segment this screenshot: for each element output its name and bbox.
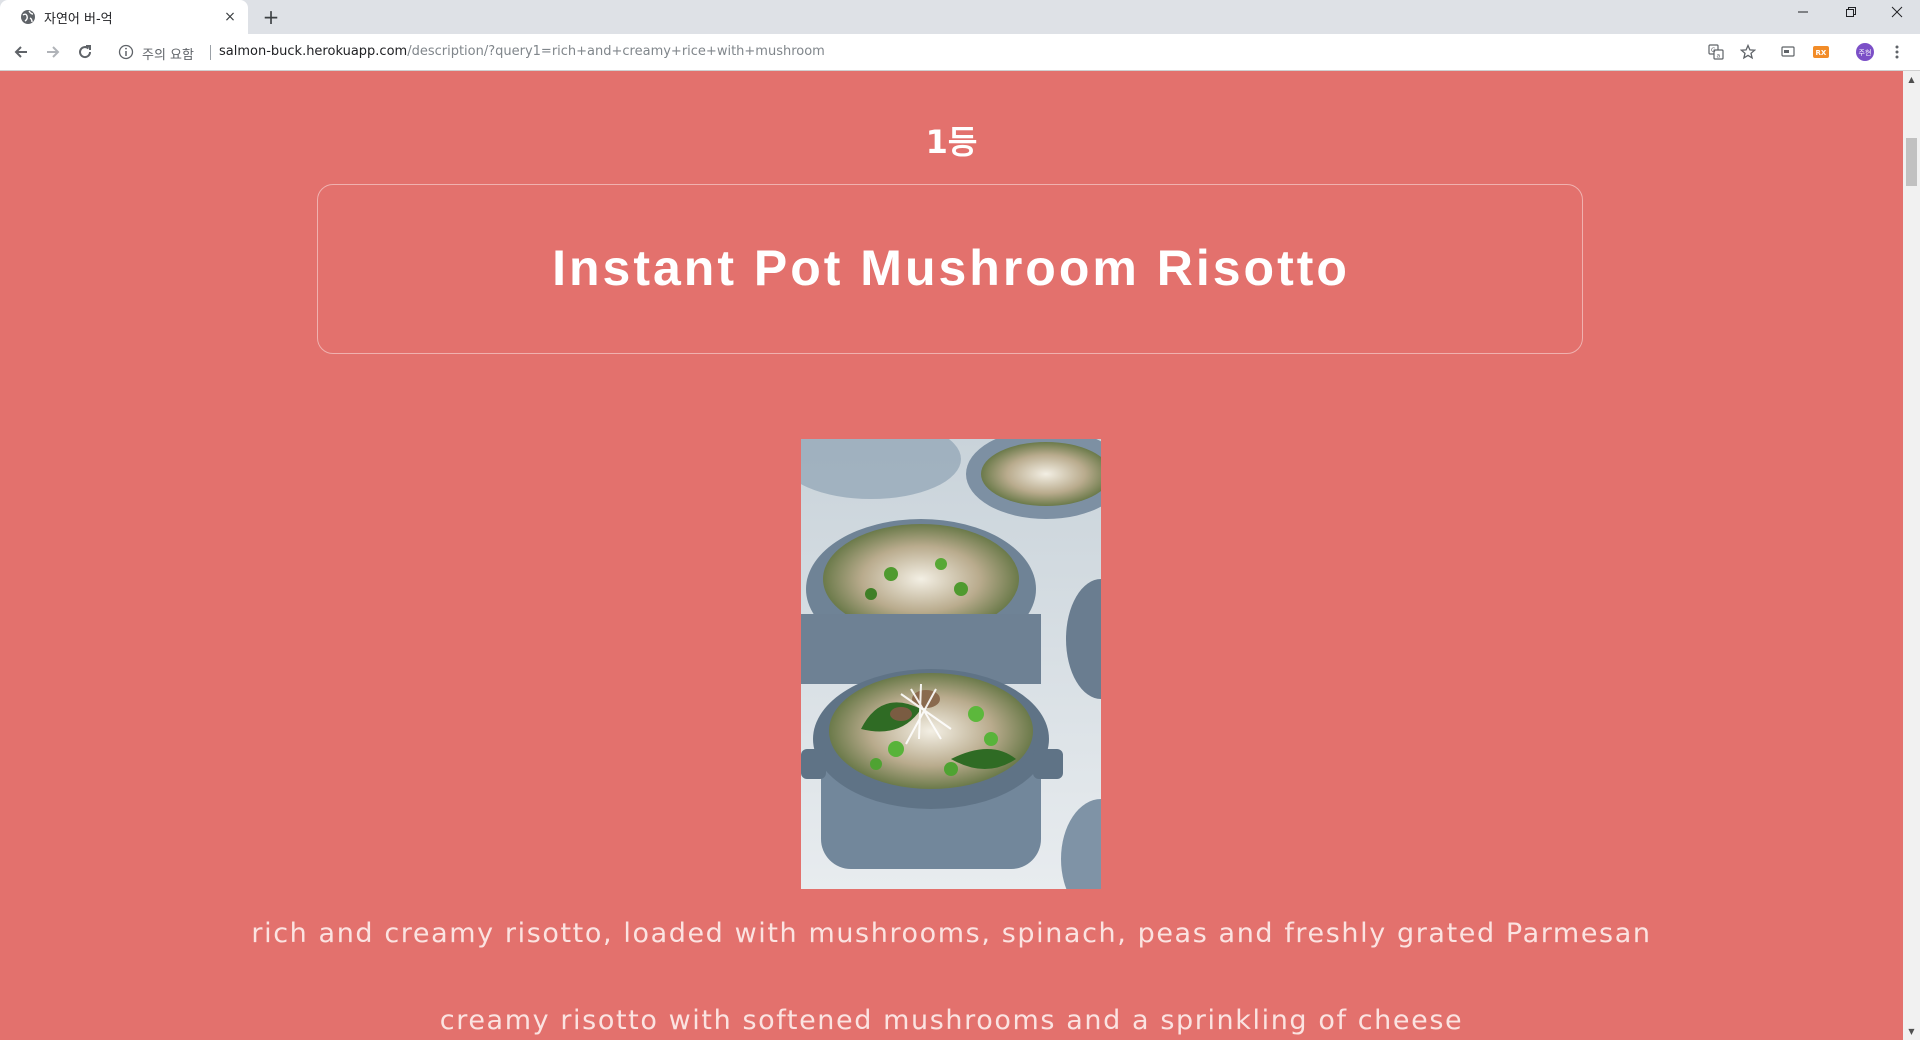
new-tab-button[interactable]: + [260, 6, 282, 28]
rank-heading: 1등 [925, 123, 978, 161]
recipe-title-card: Instant Pot Mushroom Risotto [317, 184, 1583, 354]
extension-cast-button[interactable] [1776, 40, 1800, 64]
translate-icon: G a [1708, 44, 1724, 60]
url-path: /description/?query1=rich+and+creamy+ric… [407, 44, 825, 59]
browser-tab[interactable]: 자연어 버-억 × [0, 0, 248, 34]
svg-text:a: a [1717, 53, 1721, 60]
extension-rx-label: RX [1816, 49, 1827, 57]
back-button[interactable] [9, 40, 33, 64]
bookmark-button[interactable] [1736, 40, 1760, 64]
profile-initials: 주현 [1859, 49, 1872, 57]
recipe-title: Instant Pot Mushroom Risotto [552, 240, 1350, 296]
avatar: 주현 [1856, 43, 1874, 61]
profile-button[interactable]: 주현 [1853, 40, 1877, 64]
arrow-left-icon [14, 46, 27, 58]
translate-button[interactable]: G a [1704, 40, 1728, 64]
star-icon [1740, 44, 1756, 60]
tab-title: 자연어 버-억 [44, 12, 113, 27]
url-text[interactable]: salmon-buck.herokuapp.com/description/?q… [219, 44, 825, 59]
minimize-button[interactable] [1780, 0, 1826, 30]
reload-icon [79, 45, 92, 59]
url-host: salmon-buck.herokuapp.com [219, 44, 408, 59]
close-icon [1891, 6, 1903, 18]
globe-icon [21, 10, 35, 24]
address-bar[interactable]: 주의 요함 salmon-buck.herokuapp.com/descript… [108, 38, 1772, 66]
cast-icon [1781, 46, 1795, 57]
recipe-image [801, 439, 1101, 889]
scroll-up-arrow-icon[interactable]: ▲ [1903, 71, 1920, 88]
forward-button[interactable] [41, 40, 65, 64]
kebab-menu-icon [1895, 45, 1899, 59]
svg-text:G: G [1711, 47, 1716, 54]
menu-button[interactable] [1885, 40, 1909, 64]
browser-window: 자연어 버-억 × + 주의 요함 salmon-buck.herokuapp.… [0, 0, 1920, 1040]
security-label[interactable]: 주의 요함 [142, 44, 194, 63]
info-icon[interactable] [118, 44, 134, 60]
extension-rx-icon: RX [1813, 46, 1829, 58]
tab-close-button[interactable]: × [222, 9, 238, 25]
risotto-photo-icon [801, 439, 1101, 889]
vertical-scrollbar[interactable]: ▲ ▼ [1903, 71, 1920, 1040]
minimize-icon [1798, 11, 1808, 13]
recipe-description-2: creamy risotto with softened mushrooms a… [439, 1005, 1464, 1036]
recipe-description-1: rich and creamy risotto, loaded with mus… [251, 918, 1652, 949]
tab-strip: 자연어 버-억 × + [0, 0, 1920, 34]
restore-icon [1846, 7, 1856, 17]
extension-rx-button[interactable]: RX [1809, 40, 1833, 64]
close-window-button[interactable] [1874, 0, 1920, 30]
reload-button[interactable] [73, 40, 97, 64]
arrow-right-icon [47, 46, 60, 58]
url-divider [210, 45, 211, 60]
scrollbar-thumb[interactable] [1906, 138, 1917, 186]
restore-button[interactable] [1828, 0, 1874, 30]
page-viewport: 1등 Instant Pot Mushroom Risotto rich and… [0, 71, 1903, 1040]
scroll-down-arrow-icon[interactable]: ▼ [1903, 1023, 1920, 1040]
browser-toolbar: 주의 요함 salmon-buck.herokuapp.com/descript… [0, 34, 1920, 71]
